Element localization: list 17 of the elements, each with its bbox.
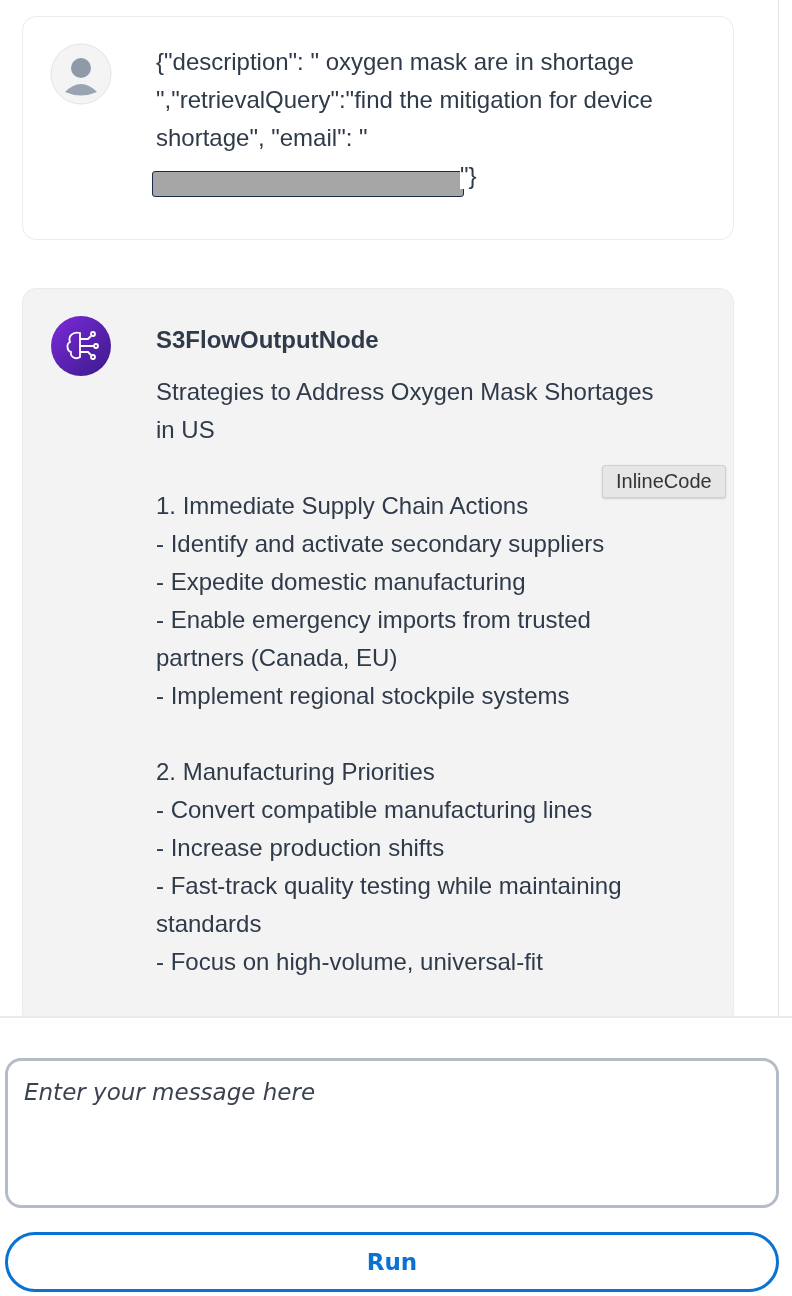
- list-item: - Fast-track quality testing while maintaining standards: [156, 871, 623, 939]
- list-item: - Increase production shifts: [156, 833, 446, 863]
- tooltip: InlineCode: [602, 465, 726, 498]
- list-item: - Implement regional stockpile systems: [156, 681, 571, 711]
- response-title: Strategies to Address Oxygen Mask Shortages in US: [156, 377, 655, 445]
- message-input[interactable]: Enter your message here: [5, 1058, 779, 1208]
- list-item: - Convert compatible manufacturing lines: [156, 795, 594, 825]
- list-item: - Focus on high-volume, universal-fit: [156, 947, 544, 977]
- brain-circuit-icon: [50, 315, 112, 377]
- run-button[interactable]: Run: [5, 1232, 779, 1292]
- section-heading: 2. Manufacturing Priorities: [156, 757, 436, 787]
- sender-name: S3FlowOutputNode: [156, 325, 380, 355]
- list-item: - Enable emergency imports from trusted partners (Canada, EU): [156, 605, 592, 673]
- user-avatar-icon: [50, 43, 112, 105]
- section-heading: 1. Immediate Supply Chain Actions: [156, 491, 530, 521]
- list-item: - Expedite domestic manufacturing: [156, 567, 527, 597]
- list-item: - Identify and activate secondary suppliers: [156, 529, 606, 559]
